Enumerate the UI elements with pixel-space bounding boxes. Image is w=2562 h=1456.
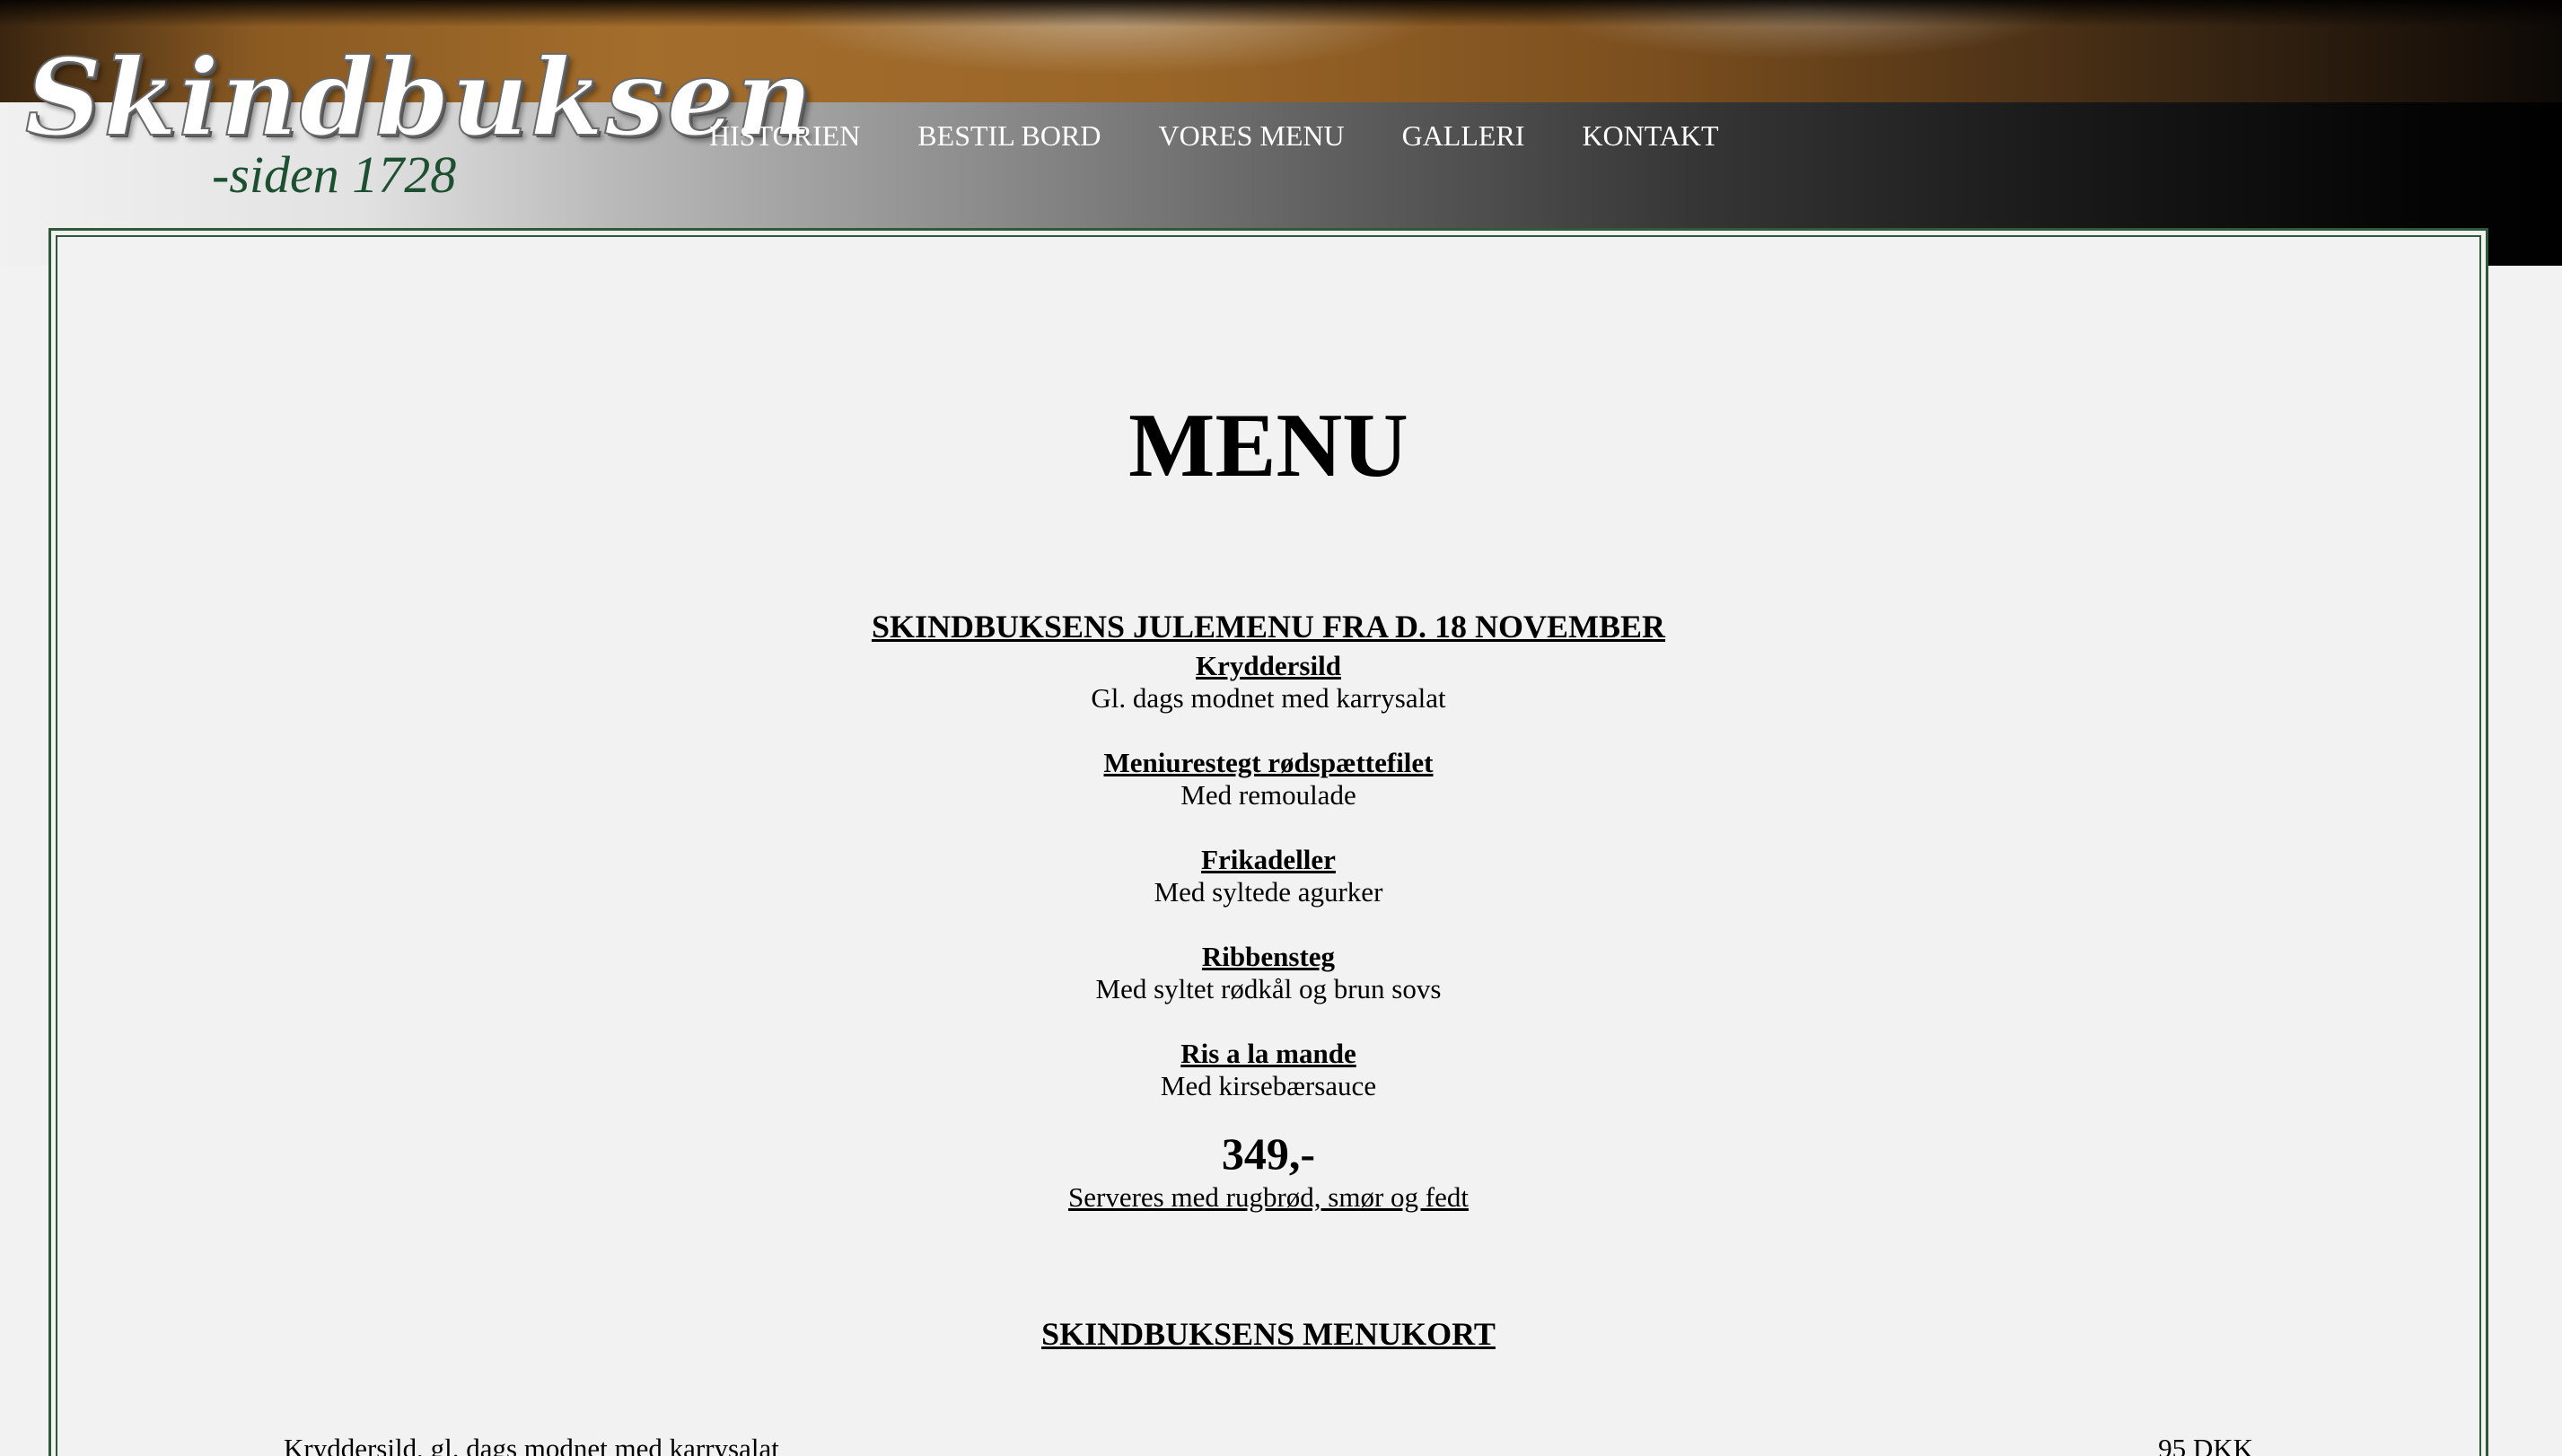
dish-name: Kryddersild (1196, 650, 1341, 681)
page-title: MENU (1128, 395, 1408, 496)
dish-description: Gl. dags modnet med karrysalat (1091, 682, 1446, 714)
menukort-item: Kryddersild, gl. dags modnet med karrysa… (284, 1434, 2303, 1456)
dish-description: Med syltede agurker (1154, 876, 1383, 908)
dish-name: Meniurestegt rødspættefilet (1103, 747, 1434, 778)
dish-description: Med kirsebærsauce (1160, 1070, 1377, 1101)
logo-wordmark: Skindbuksen (24, 35, 815, 160)
nav-item-kontakt[interactable]: KONTAKT (1582, 121, 1718, 150)
dish-description: Med remoulade (1180, 779, 1356, 811)
dish-name: Frikadeller (1201, 844, 1336, 875)
dish-name: Ris a la mande (1180, 1038, 1356, 1069)
julemenu-heading: SKINDBUKSENS JULEMENU FRA D. 18 NOVEMBER (871, 609, 1666, 645)
nav-item-bestil-bord[interactable]: BESTIL BORD (917, 121, 1101, 150)
nav-item-galleri[interactable]: GALLERI (1402, 121, 1525, 150)
logo[interactable]: Skindbuksen -siden 1728 (24, 44, 813, 215)
nav-item-vores-menu[interactable]: VORES MENU (1158, 121, 1344, 150)
dish-name: Ribbensteg (1201, 941, 1336, 972)
dish-description: Med syltet rødkål og brun sovs (1095, 973, 1442, 1004)
menukort-item-name: Kryddersild, gl. dags modnet med karrysa… (284, 1433, 779, 1456)
served-with-note: Serveres med rugbrød, smør og fedt (1068, 1181, 1469, 1213)
julemenu-price: 349,- (1221, 1128, 1316, 1179)
nav-item-historien[interactable]: HISTORIEN (709, 121, 860, 150)
logo-since: -siden 1728 (212, 145, 457, 204)
page: Skindbuksen -siden 1728 HISTORIEN BESTIL… (0, 0, 2562, 1456)
menukort-heading: SKINDBUKSENS MENUKORT (1041, 1316, 1496, 1352)
main-nav: HISTORIEN BESTIL BORD VORES MENU GALLERI… (709, 115, 1777, 156)
menukort-item-price: 95 DKK (2158, 1433, 2253, 1456)
